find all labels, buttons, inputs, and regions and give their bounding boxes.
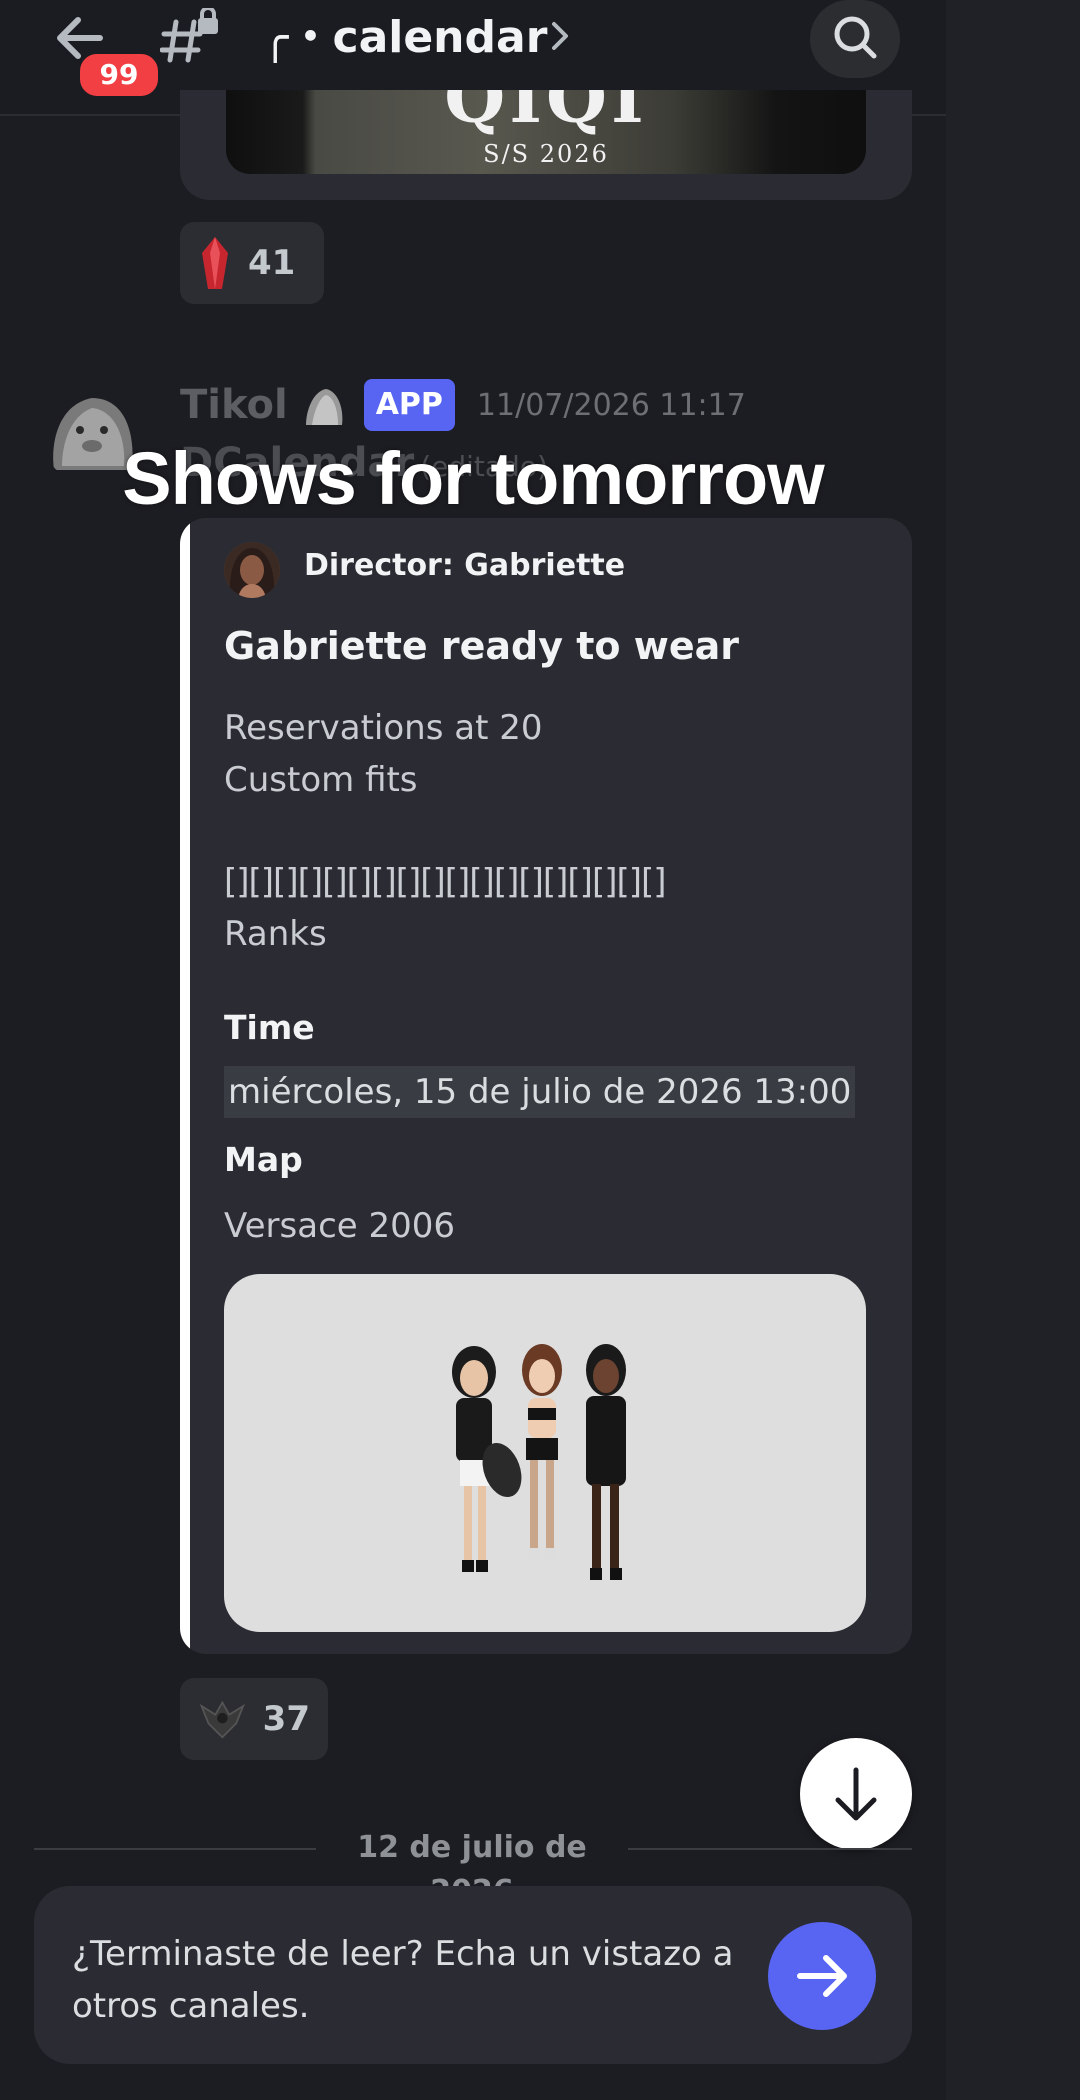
search-button[interactable]	[810, 0, 900, 78]
overlay-caption: Shows for tomorrow	[122, 437, 824, 520]
reaction-chip[interactable]: 37	[180, 1678, 328, 1760]
side-panel-edge	[946, 0, 1080, 2100]
previous-embed: QIQI S/S 2026	[180, 90, 912, 200]
divider-line	[628, 1848, 912, 1850]
embed-description-line: Custom fits	[224, 760, 418, 800]
seal-emoji-icon	[305, 389, 343, 425]
chevron-right-icon[interactable]	[548, 14, 574, 58]
reaction-count: 41	[248, 243, 296, 283]
message-timestamp: 11/07/2026 11:17	[476, 387, 746, 423]
embed-title: Gabriette ready to wear	[224, 624, 740, 668]
red-gem-icon	[202, 237, 228, 289]
embed-author-avatar[interactable]	[224, 542, 280, 598]
embed-description-line: Ranks	[224, 914, 327, 954]
field-label-map: Map	[224, 1140, 303, 1179]
dark-emblem-icon	[199, 1700, 245, 1739]
arrow-right-icon	[797, 1955, 847, 1997]
app-tag: APP	[363, 379, 455, 431]
embed-author-name[interactable]: Director: Gabriette	[304, 548, 625, 583]
read-all-prompt-text: ¿Terminaste de leer? Echa un vistazo a o…	[72, 1934, 734, 2026]
event-embed: Director: Gabriette Gabriette ready to w…	[180, 518, 912, 1654]
unread-badge: 99	[76, 50, 162, 100]
date-divider: 12 de julio de 2026	[34, 1826, 912, 1909]
embed-description-line: [][][][][][][][][][][][][][][][][][]	[224, 862, 667, 902]
divider-line	[34, 1848, 316, 1850]
next-channel-button[interactable]	[768, 1922, 876, 2030]
models-illustration	[452, 1344, 626, 1580]
channel-title[interactable]: ╭・calendar	[262, 8, 547, 68]
brand-logo-text: QIQI	[444, 90, 648, 139]
embed-accent-bar	[180, 518, 190, 1654]
field-label-time: Time	[224, 1008, 315, 1047]
read-all-prompt[interactable]: ¿Terminaste de leer? Echa un vistazo a o…	[34, 1886, 912, 2064]
reaction-count: 37	[262, 1699, 310, 1739]
locked-hashtag-icon	[159, 6, 222, 68]
embed-image[interactable]	[224, 1274, 866, 1632]
search-icon	[834, 16, 877, 59]
previous-embed-image[interactable]: QIQI S/S 2026	[226, 90, 866, 174]
message-header: Tikol APP 11/07/2026 11:17	[180, 376, 746, 434]
field-value-map: Versace 2006	[224, 1206, 456, 1246]
brand-season-text: S/S 2026	[483, 140, 609, 168]
reaction-chip[interactable]: 41	[180, 222, 324, 304]
embed-description-line: Reservations at 20	[224, 708, 543, 748]
field-value-time[interactable]: miércoles, 15 de julio de 2026 13:00	[224, 1066, 856, 1118]
author-name[interactable]: Tikol	[180, 382, 288, 428]
